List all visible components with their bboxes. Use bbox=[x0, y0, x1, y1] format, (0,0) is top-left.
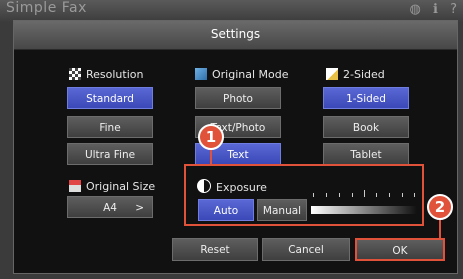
app-icons: ◍ ℹ ? bbox=[402, 2, 457, 17]
exposure-scale bbox=[311, 189, 417, 199]
two-sided-label: 2-Sided bbox=[326, 68, 385, 81]
two-sided-icon bbox=[326, 68, 338, 80]
resolution-icon bbox=[69, 68, 81, 80]
info-icon[interactable]: ℹ bbox=[433, 2, 438, 17]
one-sided-button[interactable]: 1-Sided bbox=[323, 87, 409, 109]
original-size-value: A4 bbox=[103, 202, 117, 214]
chevron-right-icon: > bbox=[135, 202, 144, 214]
callout-two: 2 bbox=[427, 194, 453, 220]
app-bar: Simple Fax ◍ ℹ ? bbox=[0, 0, 463, 22]
original-size-label: Original Size bbox=[69, 180, 155, 193]
exposure-slider[interactable] bbox=[311, 206, 417, 214]
help-icon[interactable]: ? bbox=[450, 2, 457, 17]
cancel-button[interactable]: Cancel bbox=[262, 238, 350, 261]
exposure-manual-button[interactable]: Manual bbox=[257, 199, 307, 221]
exposure-auto-button[interactable]: Auto bbox=[198, 199, 254, 221]
ok-button[interactable]: OK bbox=[355, 238, 445, 261]
original-size-icon bbox=[69, 180, 81, 192]
book-button[interactable]: Book bbox=[323, 116, 409, 138]
tablet-button[interactable]: Tablet bbox=[323, 143, 409, 165]
resolution-standard-button[interactable]: Standard bbox=[67, 87, 153, 109]
app-title: Simple Fax bbox=[6, 0, 87, 16]
dialog-header: Settings bbox=[14, 21, 457, 50]
original-mode-label: Original Mode bbox=[195, 68, 289, 81]
original-mode-icon bbox=[195, 68, 207, 80]
resolution-ultra-fine-button[interactable]: Ultra Fine bbox=[67, 143, 153, 165]
resolution-label: Resolution bbox=[69, 68, 143, 81]
exposure-label: Exposure bbox=[197, 179, 267, 194]
exposure-icon bbox=[197, 179, 211, 193]
mode-photo-button[interactable]: Photo bbox=[195, 87, 281, 109]
reset-button[interactable]: Reset bbox=[172, 238, 258, 261]
resolution-fine-button[interactable]: Fine bbox=[67, 116, 153, 138]
globe-icon[interactable]: ◍ bbox=[410, 2, 421, 17]
dialog-title: Settings bbox=[210, 27, 261, 41]
callout-one: 1 bbox=[198, 124, 224, 150]
original-size-select[interactable]: A4 > bbox=[67, 196, 153, 218]
